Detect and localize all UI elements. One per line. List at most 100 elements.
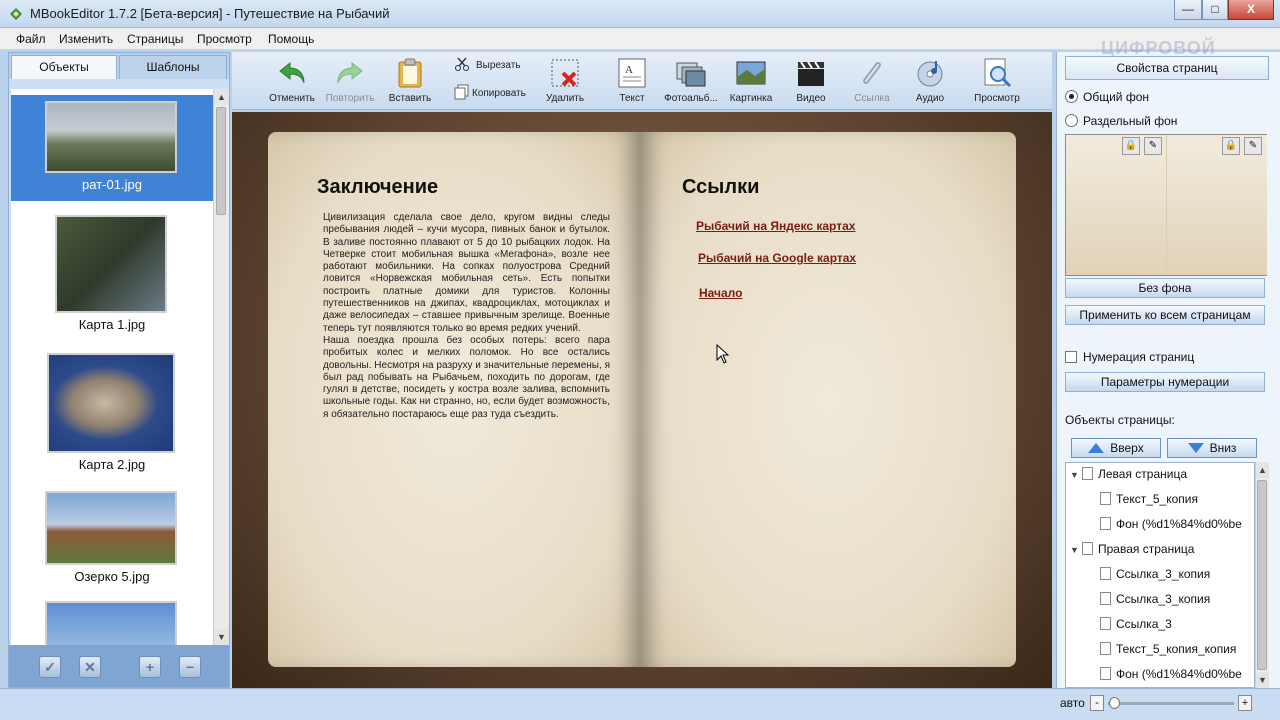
zoom-in-button[interactable]: + [1238,695,1252,711]
copy-label: Копировать [472,88,526,99]
zoom-out-button[interactable]: - [1090,695,1104,711]
background-preview[interactable]: 🔒 ✎ 🔒 ✎ [1065,134,1267,276]
radio-common-label: Общий фон [1083,90,1149,104]
tab-templates[interactable]: Шаблоны [119,55,227,79]
page-objects-tree: ▼ Левая страница Текст_5_копия Фон (%d1%8… [1065,462,1255,688]
expand-icon[interactable]: ▼ [1070,545,1080,555]
link-start[interactable]: Начало [699,286,742,300]
remove-icon[interactable]: − [179,656,201,678]
thumbnail-item[interactable]: рат-01.jpg [11,95,213,201]
window-title: MBookEditor 1.7.2 [Бета-версия] - Путеше… [30,6,390,21]
left-page-paragraph: Цивилизация сделала свое дело, кругом ви… [323,212,610,334]
preview-label: Просмотр [974,93,1020,104]
right-page[interactable]: Ссылки Рыбачий на Яндекс картах Рыбачий … [640,132,1016,667]
tree-node-left-page[interactable]: ▼ Левая страница [1070,467,1187,481]
thumbnail-item[interactable]: Карта 1.jpg [11,211,213,332]
scroll-down-icon[interactable]: ▼ [214,629,229,645]
scroll-thumb[interactable] [1257,480,1267,670]
move-down-button[interactable]: Вниз [1167,438,1257,458]
audio-disc-icon [917,61,943,87]
tree-node[interactable]: Текст_5_копия_копия [1100,642,1236,656]
add-icon[interactable]: + [139,656,161,678]
document-icon [1100,592,1111,605]
radio-common-background[interactable]: Общий фон [1065,90,1149,104]
page-numbering-checkbox[interactable]: Нумерация страниц [1065,350,1194,364]
cut-label: Вырезать [476,60,521,71]
maximize-button[interactable]: □ [1202,0,1228,20]
no-background-button[interactable]: Без фона [1065,278,1265,298]
menu-pages[interactable]: Страницы [127,32,183,46]
tree-label: Текст_5_копия [1116,492,1198,506]
move-down-label: Вниз [1209,441,1237,455]
scroll-up-icon[interactable]: ▲ [214,89,229,105]
close-button[interactable]: X [1228,0,1274,20]
picture-label: Картинка [729,93,773,104]
objects-panel: Объекты Шаблоны рат-01.jpg Карта 1.jpg К… [8,52,230,688]
tree-node[interactable]: Фон (%d1%84%d0%be [1100,517,1242,531]
panel-tabs: Объекты Шаблоны [9,53,229,79]
tree-label: Левая страница [1098,467,1188,481]
link-google-maps[interactable]: Рыбачий на Google картах [698,251,856,265]
photo-album-label: Фотоальб... [664,93,718,104]
radio-separate-background[interactable]: Раздельный фон [1065,114,1177,128]
move-up-button[interactable]: Вверх [1071,438,1161,458]
tree-label: Ссылка_3 [1116,617,1172,631]
tab-page-properties[interactable]: Свойства страниц [1065,56,1269,80]
menu-view[interactable]: Просмотр [197,32,252,46]
tree-scrollbar[interactable]: ▲ ▼ [1255,462,1269,688]
tree-label: Правая страница [1098,542,1195,556]
thumbnail-caption: Карта 2.jpg [78,457,146,472]
scroll-up-icon[interactable]: ▲ [1256,462,1269,478]
left-background-preview[interactable] [1066,135,1166,275]
left-page-text[interactable]: Цивилизация сделала свое дело, кругом ви… [323,212,610,421]
left-page[interactable]: Заключение Цивилизация сделала свое дело… [268,132,640,667]
arrow-up-icon [1088,443,1105,453]
tree-node[interactable]: Текст_5_копия [1100,492,1198,506]
menu-bar: Файл Изменить Страницы Просмотр Помощь [0,28,1280,50]
tree-node[interactable]: Ссылка_3_копия [1100,592,1210,606]
scroll-thumb[interactable] [216,107,226,215]
svg-text:A: A [625,64,633,76]
menu-edit[interactable]: Изменить [59,32,113,46]
brush-icon[interactable]: ✎ [1144,137,1162,155]
link-yandex-maps[interactable]: Рыбачий на Яндекс картах [696,219,855,233]
document-icon [1100,567,1111,580]
lock-icon[interactable]: 🔒 [1122,137,1140,155]
tree-node[interactable]: Ссылка_3_копия [1100,567,1210,581]
menu-help[interactable]: Помощь [268,32,314,46]
tab-objects[interactable]: Объекты [11,55,117,79]
expand-icon[interactable]: ▼ [1070,470,1080,480]
copy-icon [454,84,469,100]
tree-node[interactable]: Ссылка_3 [1100,617,1172,631]
left-page-heading[interactable]: Заключение [317,176,438,199]
thumbnail-item[interactable]: Карта 2.jpg [11,351,213,473]
right-page-heading[interactable]: Ссылки [682,176,759,199]
right-background-preview[interactable] [1167,135,1267,275]
document-icon [1100,492,1111,505]
lock-icon[interactable]: 🔒 [1222,137,1240,155]
tree-node-right-page[interactable]: ▼ Правая страница [1070,542,1194,556]
menu-file[interactable]: Файл [16,32,46,46]
minimize-button[interactable]: — [1174,0,1202,20]
document-icon [1100,617,1111,630]
copy-button[interactable]: Копировать [452,80,532,104]
thumbnail-caption: Озерко 5.jpg [74,569,150,584]
cut-button[interactable]: Вырезать [452,52,532,76]
apply-all-pages-button[interactable]: Применить ко всем страницам [1065,305,1265,325]
thumbnail-scrollbar[interactable]: ▲ ▼ [213,89,229,645]
zoom-slider-knob[interactable] [1109,697,1120,709]
brush-icon[interactable]: ✎ [1244,137,1262,155]
delete-icon[interactable]: ✕ [79,656,101,678]
check-icon[interactable]: ✓ [39,656,61,678]
arrow-down-icon [1187,443,1204,453]
photo-album-icon [676,62,706,87]
zoom-slider[interactable] [1108,697,1234,709]
numbering-params-button[interactable]: Параметры нумерации [1065,372,1265,392]
audio-label: Аудио [915,93,945,104]
thumbnail-item[interactable]: Озерко 5.jpg [11,491,213,591]
scroll-down-icon[interactable]: ▼ [1256,672,1269,688]
tree-node[interactable]: Фон (%d1%84%d0%be [1100,667,1242,681]
title-bar: MBookEditor 1.7.2 [Бета-версия] - Путеше… [0,0,1280,28]
zoom-label: авто [1060,696,1085,710]
thumbnail-image [55,215,167,313]
